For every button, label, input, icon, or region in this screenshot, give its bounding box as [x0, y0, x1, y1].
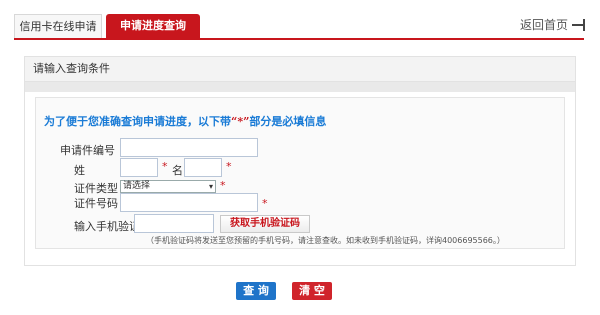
given-name-required-mark: *	[226, 160, 232, 173]
back-home-label: 返回首页	[519, 18, 568, 32]
back-home-link[interactable]: 返回首页	[520, 14, 586, 36]
query-form: 为了便于您准确查询申请进度，以下带“*”部分是必填信息 申请件编号 姓 * 名 …	[35, 97, 565, 249]
notice-prefix: 为了便于您准确查询申请进度，以下带	[44, 115, 231, 128]
given-name-label: 名	[172, 164, 183, 177]
id-no-input[interactable]	[120, 193, 258, 212]
tab-online-apply[interactable]: 信用卡在线申请	[14, 14, 102, 40]
required-notice: 为了便于您准确查询申请进度，以下带“*”部分是必填信息	[44, 113, 326, 129]
id-type-label: 证件类型	[74, 182, 118, 195]
app-no-label: 申请件编号	[60, 144, 115, 157]
id-no-required-mark: *	[262, 197, 268, 210]
query-panel: 请输入查询条件 为了便于您准确查询申请进度，以下带“*”部分是必填信息 申请件编…	[24, 56, 576, 266]
query-button[interactable]: 查 询	[236, 282, 276, 300]
panel-title: 请输入查询条件	[25, 57, 575, 82]
app-no-input[interactable]	[120, 138, 258, 157]
tab-progress-query[interactable]: 申请进度查询	[106, 14, 200, 40]
surname-required-mark: *	[162, 160, 168, 173]
tab-bar: 信用卡在线申请 申请进度查询	[14, 14, 584, 40]
id-type-select[interactable]: 请选择 ▾	[120, 180, 216, 193]
surname-input[interactable]	[120, 158, 158, 177]
return-arrow-icon	[572, 19, 586, 31]
clear-button[interactable]: 清 空	[292, 282, 332, 300]
sms-code-input[interactable]	[134, 214, 214, 233]
id-type-required-mark: *	[220, 179, 226, 192]
sms-hint: （手机验证码将发送至您预留的手机号码，请注意查收。如未收到手机验证码，详询400…	[146, 236, 505, 245]
tab-underline	[14, 38, 584, 40]
id-no-label: 证件号码	[74, 197, 118, 210]
chevron-down-icon: ▾	[208, 182, 213, 191]
notice-suffix: 部分是必填信息	[249, 115, 327, 128]
notice-star: “*”	[231, 115, 250, 128]
surname-label: 姓	[74, 164, 85, 177]
panel-band	[25, 82, 575, 92]
id-type-selected: 请选择	[123, 181, 151, 191]
get-sms-code-button[interactable]: 获取手机验证码	[220, 215, 310, 233]
given-name-input[interactable]	[184, 158, 222, 177]
